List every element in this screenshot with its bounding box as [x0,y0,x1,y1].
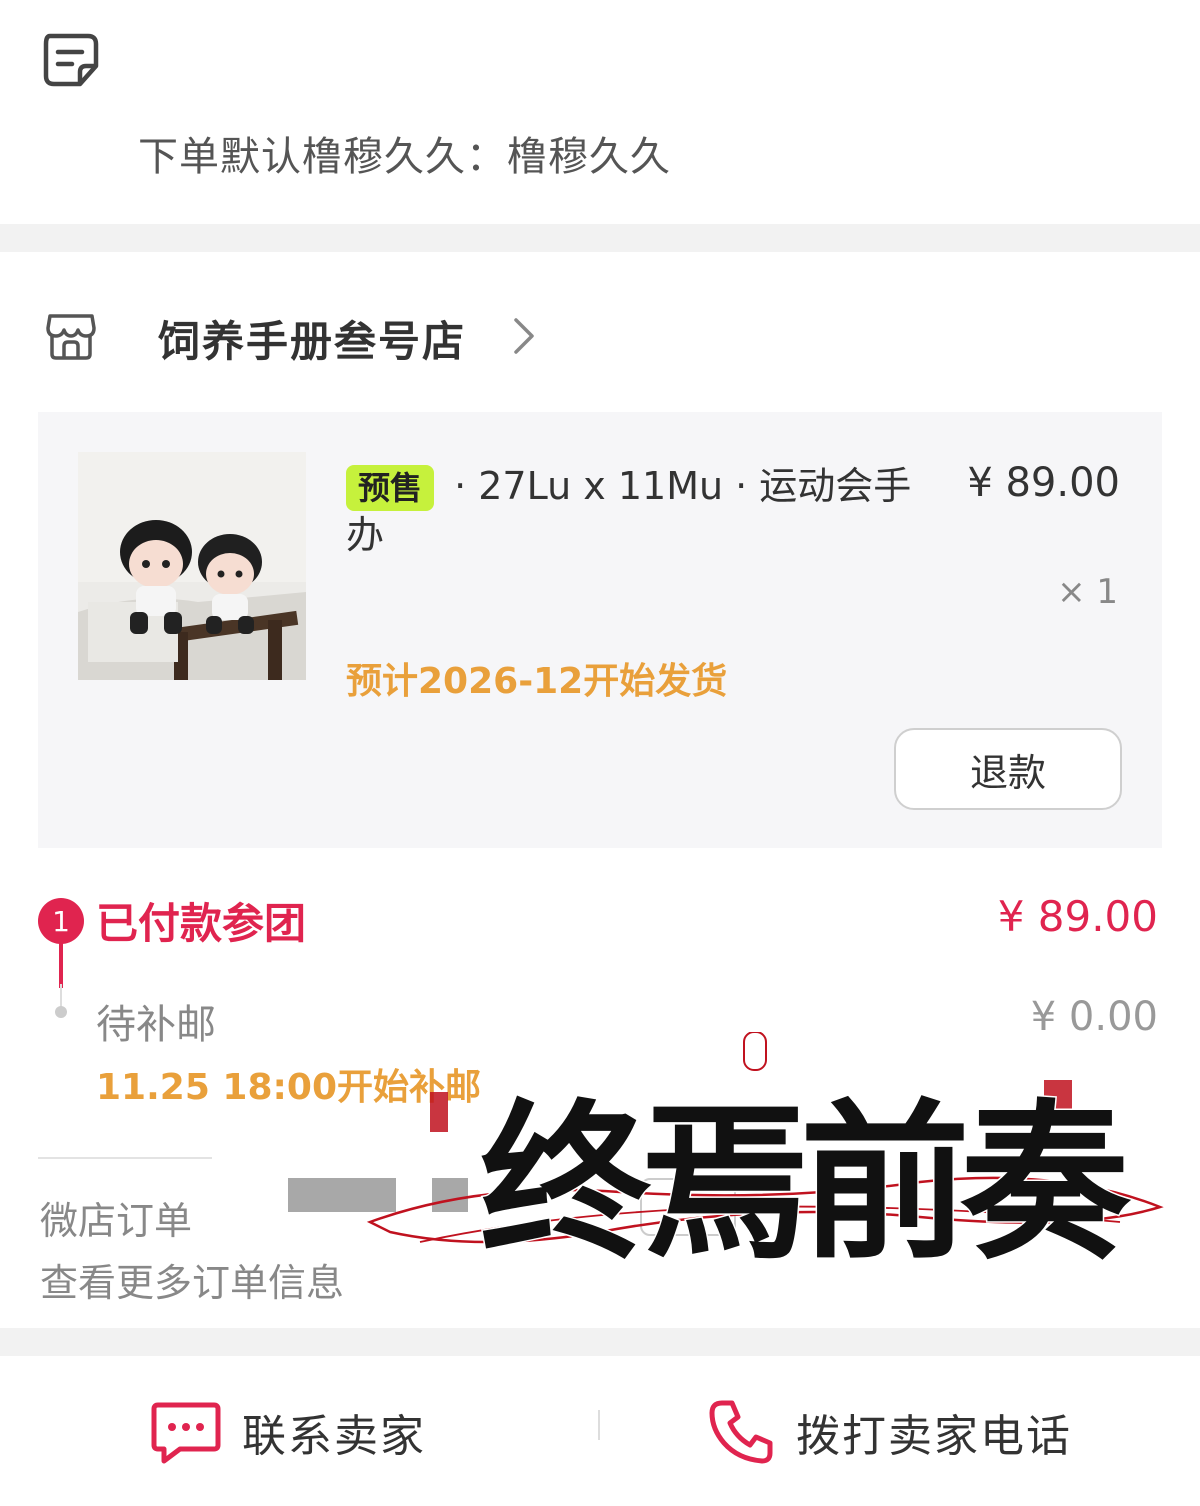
divider [38,1157,212,1159]
watermark-text: 终焉前奏 [480,1083,1132,1283]
shop-name[interactable]: 饲养手册叁号店 [158,308,466,369]
chevron-right-icon[interactable] [508,314,538,358]
step-pending-dot [55,1006,67,1018]
refund-button[interactable]: 退款 [894,728,1122,810]
call-seller-label: 拨打卖家电话 [796,1411,1072,1462]
product-price: ¥ 89.00 [967,460,1120,506]
step-paid-label: 已付款参团 [96,899,307,948]
step-shipping-label: 待补邮 [96,1002,216,1048]
contact-seller-button[interactable]: 联系卖家 [150,1394,426,1470]
contact-seller-label: 联系卖家 [242,1411,426,1462]
shipping-estimate: 预计2026-12开始发货 [346,661,728,702]
order-card: 饲养手册叁号店 预售 · 27Lu x 11Mu · 运动会手办 ¥ 89.00… [0,252,1200,1328]
calligraphy-watermark: 终焉前奏 [366,1032,1164,1285]
call-seller-button[interactable]: 拨打卖家电话 [708,1394,1072,1470]
step-paid-price: ¥ 89.00 [997,892,1158,941]
product-quantity: × 1 [1057,572,1118,612]
chat-icon [151,1402,221,1464]
presale-tag: 预售 [346,465,435,511]
shop-icon [46,314,96,360]
order-note-card: 下单默认橹穆久久：橹穆久久 [0,0,1200,224]
phone-icon [709,1400,773,1464]
more-order-info-link[interactable]: 查看更多订单信息 [40,1252,344,1307]
note-icon [43,33,99,87]
product-title[interactable]: 预售 · 27Lu x 11Mu · 运动会手办 [346,462,926,559]
bottom-action-bar: 联系卖家 拨打卖家电话 [0,1356,1200,1506]
product-image[interactable] [78,452,306,680]
order-note-text: 下单默认橹穆久久：橹穆久久 [138,134,671,180]
step-number-badge: 1 [38,898,84,944]
step-connector [59,942,63,988]
bar-separator [598,1410,600,1440]
order-number-label: 微店订单 [40,1199,193,1243]
product-item[interactable]: 预售 · 27Lu x 11Mu · 运动会手办 ¥ 89.00 × 1 预计2… [38,412,1162,848]
